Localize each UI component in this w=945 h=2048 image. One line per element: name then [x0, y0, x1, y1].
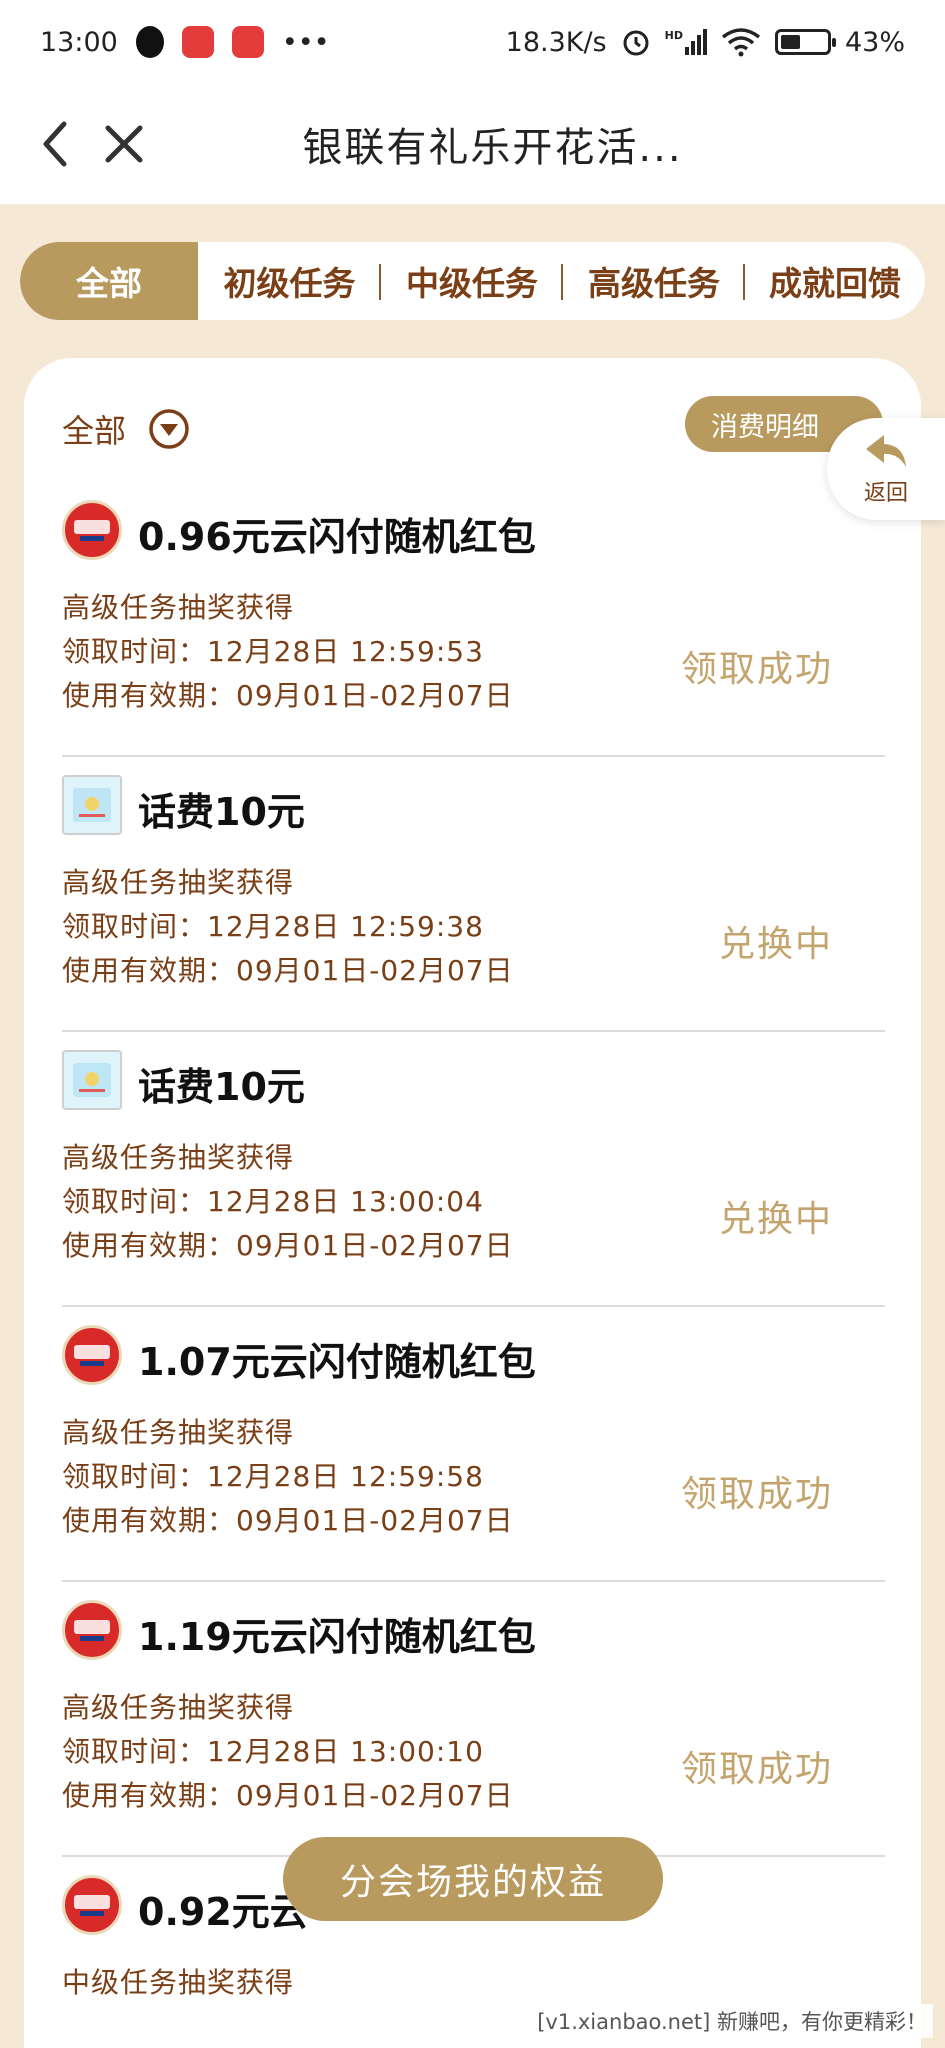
return-arrow-icon	[866, 435, 906, 467]
reward-source: 高级任务抽奖获得	[62, 591, 295, 624]
rewards-card: 全部 消费明细 返回 0.96元云闪付随机红包 高级任务抽奖获得 领取时间：12月2…	[24, 358, 945, 2048]
redpack-icon	[62, 1325, 122, 1385]
reward-item[interactable]: 1.07元云闪付随机红包高级任务抽奖获得领取时间：12月28日 12:59:58…	[62, 1307, 885, 1582]
filter-label: 全部	[62, 412, 127, 450]
reward-source: 高级任务抽奖获得	[62, 1416, 295, 1449]
tab-beginner[interactable]: 初级任务	[198, 242, 381, 320]
reward-title: 1.19元云闪付随机红包	[138, 1615, 536, 1659]
reward-source: 高级任务抽奖获得	[62, 1691, 295, 1724]
watermark: [v1.xianbao.net] 新赚吧，有你更精彩！	[531, 2004, 933, 2038]
page-title: 银联有礼乐开花活...	[302, 125, 683, 171]
reward-item[interactable]: 话费10元高级任务抽奖获得领取时间：12月28日 13:00:04 使用有效期：0…	[62, 1032, 885, 1307]
reward-claim-time: 领取时间：12月28日 12:59:53	[62, 635, 484, 668]
reward-title: 0.92元云	[138, 1890, 308, 1934]
reward-validity: 使用有效期：09月01日-02月07日	[62, 1504, 514, 1537]
reward-validity: 使用有效期：09月01日-02月07日	[62, 679, 514, 712]
alarm-icon	[623, 30, 649, 56]
filter-dropdown[interactable]: 全部	[62, 406, 190, 452]
reward-status: 兑换中	[718, 1199, 833, 1240]
tab-all[interactable]: 全部	[20, 242, 198, 320]
signal-icon: HD	[665, 29, 707, 55]
phone-credit-icon	[62, 775, 122, 835]
close-button[interactable]	[88, 108, 160, 180]
reward-source: 中级任务抽奖获得	[62, 1966, 295, 1999]
my-benefits-button[interactable]: 分会场我的权益	[283, 1837, 663, 1921]
net-speed: 18.3K/s	[505, 26, 607, 58]
tab-advanced[interactable]: 高级任务	[563, 242, 745, 320]
reward-validity: 使用有效期：09月01日-02月07日	[62, 1779, 514, 1812]
tab-achievement[interactable]: 成就回馈	[745, 242, 925, 320]
reward-title: 话费10元	[138, 790, 305, 834]
reward-status: 领取成功	[680, 1474, 833, 1515]
reward-status: 领取成功	[680, 1749, 833, 1790]
reward-item[interactable]: 话费10元高级任务抽奖获得领取时间：12月28日 12:59:38 使用有效期：0…	[62, 757, 885, 1032]
task-tabs: 全部 初级任务 中级任务 高级任务 成就回馈	[20, 242, 925, 320]
reward-claim-time: 领取时间：12月28日 12:59:58	[62, 1460, 484, 1493]
wifi-icon	[721, 28, 761, 57]
reward-claim-time: 领取时间：12月28日 13:00:04	[62, 1185, 484, 1218]
reward-title: 话费10元	[138, 1065, 305, 1109]
reward-status: 兑换中	[718, 924, 833, 965]
more-notifications-icon: •••	[281, 26, 330, 58]
battery-icon	[774, 29, 836, 55]
hd-label: HD	[664, 29, 683, 42]
dropdown-icon	[149, 409, 189, 449]
battery-level-fill	[780, 35, 800, 49]
reward-source: 高级任务抽奖获得	[62, 866, 295, 899]
reward-source: 高级任务抽奖获得	[62, 1141, 295, 1174]
qq-icon	[135, 26, 164, 58]
reward-validity: 使用有效期：09月01日-02月07日	[62, 954, 514, 987]
app-notification-icon	[231, 26, 264, 58]
redpack-icon	[62, 1600, 122, 1660]
reward-claim-time: 领取时间：12月28日 12:59:38	[62, 910, 484, 943]
tab-intermediate[interactable]: 中级任务	[381, 242, 563, 320]
reward-title: 0.96元云闪付随机红包	[138, 515, 536, 559]
chevron-left-icon	[43, 121, 67, 167]
status-bar: 13:00 ••• 18.3K/s HD 43%	[0, 0, 945, 84]
reward-claim-time: 领取时间：12月28日 13:00:10	[62, 1735, 484, 1768]
back-button[interactable]	[20, 108, 92, 180]
redpack-icon	[62, 1875, 122, 1935]
reward-status: 领取成功	[680, 649, 833, 690]
reward-validity: 使用有效期：09月01日-02月07日	[62, 1229, 514, 1262]
nav-bar: 银联有礼乐开花活...	[0, 84, 945, 204]
app-notification-icon	[181, 26, 214, 58]
reward-title: 1.07元云闪付随机红包	[138, 1340, 536, 1384]
redpack-icon	[62, 500, 122, 560]
close-icon	[105, 125, 143, 163]
status-time: 13:00	[40, 26, 118, 58]
reward-item[interactable]: 1.19元云闪付随机红包高级任务抽奖获得领取时间：12月28日 13:00:10…	[62, 1582, 885, 1857]
battery-percent: 43%	[844, 26, 905, 58]
reward-item[interactable]: 0.96元云闪付随机红包高级任务抽奖获得领取时间：12月28日 12:59:53…	[62, 482, 885, 757]
phone-credit-icon	[62, 1050, 122, 1110]
